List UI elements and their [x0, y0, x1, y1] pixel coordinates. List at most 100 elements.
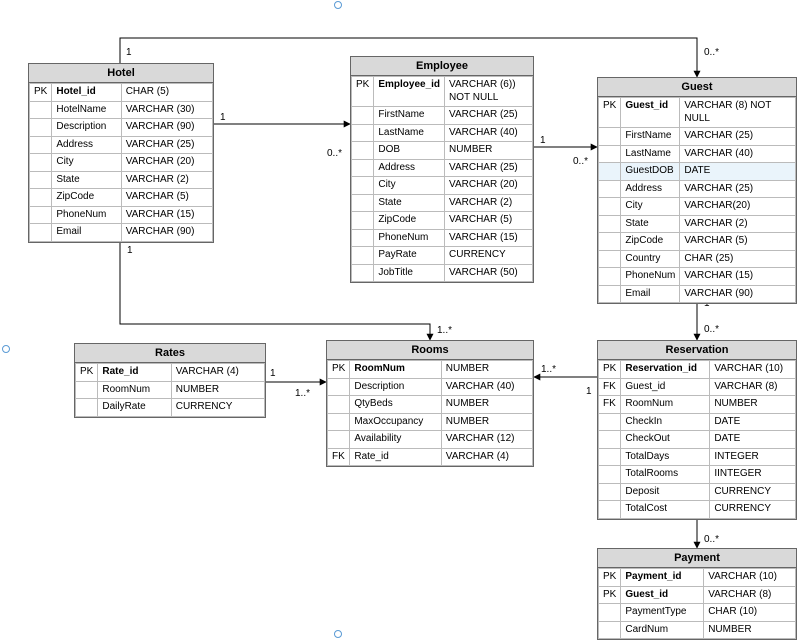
attr-name: ZipCode [621, 233, 680, 251]
attr-key [76, 381, 98, 399]
attr-row: TotalRoomsIINTEGER [599, 466, 796, 484]
attr-type: VARCHAR (40) [680, 145, 796, 163]
attr-row: PKGuest_idVARCHAR (8) NOT NULL [599, 98, 796, 128]
attr-key [352, 142, 374, 160]
attr-row: PKRoomNumNUMBER [328, 361, 533, 379]
attr-type: VARCHAR (8) [704, 586, 796, 604]
attr-row: AddressVARCHAR (25) [352, 159, 533, 177]
attr-name: RoomNum [621, 396, 710, 414]
entity-guest[interactable]: Guest PKGuest_idVARCHAR (8) NOT NULLFirs… [597, 77, 797, 304]
entity-reservation[interactable]: Reservation PKReservation_idVARCHAR (10)… [597, 340, 797, 520]
attr-type: VARCHAR (2) [680, 215, 796, 233]
attr-name: Guest_id [621, 98, 680, 128]
entity-payment[interactable]: Payment PKPayment_idVARCHAR (10)PKGuest_… [597, 548, 797, 640]
attr-row: FirstNameVARCHAR (25) [599, 128, 796, 146]
attr-type: VARCHAR (8) [710, 378, 796, 396]
entity-employee[interactable]: Employee PKEmployee_idVARCHAR (6)) NOT N… [350, 56, 534, 283]
attr-name: Availability [350, 431, 441, 449]
attr-name: CheckIn [621, 413, 710, 431]
attr-name: Guest_id [621, 378, 710, 396]
attr-row: DepositCURRENCY [599, 483, 796, 501]
attr-name: LastName [621, 145, 680, 163]
attr-type: NUMBER [710, 396, 796, 414]
page-handle-top[interactable] [334, 1, 342, 9]
attr-type: VARCHAR (2) [445, 194, 533, 212]
attr-name: GuestDOB [621, 163, 680, 181]
cardinality-label: 1 [586, 386, 592, 397]
attr-type: VARCHAR (5) [680, 233, 796, 251]
attr-row: MaxOccupancyNUMBER [328, 413, 533, 431]
attr-key [328, 431, 350, 449]
attr-name: City [52, 154, 121, 172]
attr-row: CheckOutDATE [599, 431, 796, 449]
attr-key [352, 229, 374, 247]
page-handle-left[interactable] [2, 345, 10, 353]
attr-row: FKGuest_idVARCHAR (8) [599, 378, 796, 396]
attr-key [599, 198, 621, 216]
attr-row: CityVARCHAR (20) [352, 177, 533, 195]
attr-row: PKRate_idVARCHAR (4) [76, 364, 265, 382]
cardinality-label: 1 [127, 245, 133, 256]
attr-key [30, 206, 52, 224]
attr-key: PK [76, 364, 98, 382]
attr-key [599, 128, 621, 146]
cardinality-label: 1 [126, 47, 132, 58]
attr-key [599, 448, 621, 466]
attr-name: Email [52, 224, 121, 242]
entity-title: Guest [598, 78, 796, 97]
entity-hotel[interactable]: Hotel PKHotel_idCHAR (5)HotelNameVARCHAR… [28, 63, 214, 243]
attr-key [76, 399, 98, 417]
attr-type: VARCHAR (30) [121, 101, 212, 119]
attr-type: VARCHAR (10) [704, 569, 796, 587]
attr-name: RoomNum [350, 361, 441, 379]
entity-rooms[interactable]: Rooms PKRoomNumNUMBERDescriptionVARCHAR … [326, 340, 534, 467]
cardinality-label: 0..* [704, 47, 719, 58]
attr-type: VARCHAR (25) [680, 180, 796, 198]
attr-type: VARCHAR (10) [710, 361, 796, 379]
attr-type: VARCHAR (90) [680, 285, 796, 303]
entity-attrs: PKReservation_idVARCHAR (10)FKGuest_idVA… [598, 360, 796, 519]
attr-key: PK [352, 77, 374, 107]
attr-name: RoomNum [98, 381, 171, 399]
attr-key: PK [328, 361, 350, 379]
cardinality-label: 0..* [327, 148, 342, 159]
attr-name: State [52, 171, 121, 189]
page-handle-bottom[interactable] [334, 630, 342, 638]
attr-type: VARCHAR (15) [121, 206, 212, 224]
attr-name: PhoneNum [621, 268, 680, 286]
attr-type: NUMBER [441, 396, 532, 414]
attr-row: TotalDaysINTEGER [599, 448, 796, 466]
attr-row: CityVARCHAR(20) [599, 198, 796, 216]
attr-type: DATE [710, 413, 796, 431]
attr-type: VARCHAR (5) [445, 212, 533, 230]
attr-type: VARCHAR (15) [445, 229, 533, 247]
attr-key [352, 124, 374, 142]
attr-key [30, 136, 52, 154]
cardinality-label: 0..* [573, 156, 588, 167]
attr-row: CheckInDATE [599, 413, 796, 431]
cardinality-label: 1..* [541, 364, 556, 375]
cardinality-label: 1 [220, 112, 226, 123]
attr-key [328, 413, 350, 431]
attr-name: TotalDays [621, 448, 710, 466]
attr-type: VARCHAR (2) [121, 171, 212, 189]
attr-name: FirstName [374, 107, 445, 125]
attr-name: QtyBeds [350, 396, 441, 414]
attr-row: QtyBedsNUMBER [328, 396, 533, 414]
cardinality-label: 0..* [704, 534, 719, 545]
attr-name: CardNum [621, 621, 704, 639]
attr-type: CURRENCY [710, 501, 796, 519]
attr-name: City [621, 198, 680, 216]
attr-row: PhoneNumVARCHAR (15) [352, 229, 533, 247]
attr-type: VARCHAR (40) [445, 124, 533, 142]
attr-name: TotalCost [621, 501, 710, 519]
cardinality-label: 1 [540, 135, 546, 146]
attr-type: NUMBER [171, 381, 264, 399]
attr-key [599, 466, 621, 484]
attr-name: State [621, 215, 680, 233]
attr-row: CityVARCHAR (20) [30, 154, 213, 172]
entity-rates[interactable]: Rates PKRate_idVARCHAR (4)RoomNumNUMBERD… [74, 343, 266, 418]
attr-key [599, 233, 621, 251]
attr-type: INTEGER [710, 448, 796, 466]
attr-row: FirstNameVARCHAR (25) [352, 107, 533, 125]
